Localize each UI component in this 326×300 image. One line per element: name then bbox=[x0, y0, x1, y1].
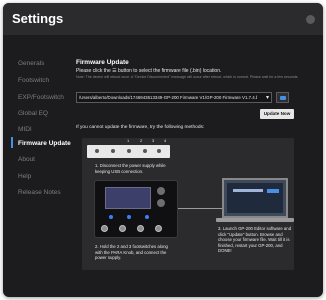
laptop-screen bbox=[227, 183, 283, 213]
device-number-3: 3 bbox=[152, 138, 155, 143]
recovery-instructions-panel: 1 2 3 4 1. Disconnect the power supply w… bbox=[82, 138, 294, 270]
folder-icon bbox=[280, 96, 286, 100]
jack-icon bbox=[127, 149, 131, 153]
laptop-illustration bbox=[222, 178, 288, 218]
update-button-shape bbox=[267, 189, 279, 193]
step-1-text: 1. Disconnect the power supply while kee… bbox=[95, 163, 166, 174]
led-icon bbox=[109, 215, 113, 219]
device-number-1: 1 bbox=[127, 138, 130, 143]
chevron-down-icon[interactable]: ▾ bbox=[266, 94, 269, 101]
jack-icon bbox=[143, 149, 147, 153]
sidebar-item-midi[interactable]: MIDI bbox=[18, 126, 32, 133]
section-heading: Firmware Update bbox=[76, 59, 129, 66]
knob-icon bbox=[157, 187, 165, 195]
sidebar-item-generals[interactable]: Generals bbox=[18, 60, 44, 67]
sidebar-item-firmware-update[interactable]: Firmware Update bbox=[18, 140, 71, 147]
jack-icon bbox=[157, 149, 161, 153]
note-text: Note: The device will reboot once. A "De… bbox=[76, 75, 299, 79]
sidebar-item-help[interactable]: Help bbox=[18, 173, 31, 180]
settings-window: Settings Generals Footswitch EXP/Footswi… bbox=[3, 3, 323, 297]
sidebar-item-about[interactable]: About bbox=[18, 156, 35, 163]
device-number-4: 4 bbox=[164, 138, 167, 143]
step-2-text: 2. Hold the 2 and 3 footswitches along w… bbox=[95, 244, 168, 261]
methods-text: If you cannot update the firmware, try t… bbox=[76, 125, 205, 130]
footswitch-icon bbox=[101, 225, 108, 232]
usb-cable bbox=[178, 208, 222, 209]
titlebar: Settings bbox=[3, 3, 323, 35]
browse-folder-button[interactable] bbox=[276, 92, 289, 103]
editor-logo-shape bbox=[233, 189, 263, 192]
knob-icon bbox=[157, 199, 165, 207]
sidebar-item-exp-footswitch[interactable]: EXP/Footswitch bbox=[18, 94, 64, 101]
sidebar-item-global-eq[interactable]: Global EQ bbox=[18, 110, 48, 117]
sidebar-item-release-notes[interactable]: Release Notes bbox=[18, 189, 61, 196]
device-rear-illustration bbox=[87, 145, 170, 158]
laptop-base bbox=[216, 218, 294, 222]
footswitch-icon bbox=[137, 225, 144, 232]
device-number-2: 2 bbox=[140, 138, 143, 143]
jack-icon bbox=[111, 149, 115, 153]
window-title: Settings bbox=[12, 11, 64, 26]
footswitch-icon bbox=[155, 225, 162, 232]
close-icon[interactable] bbox=[306, 15, 315, 24]
led-icon bbox=[145, 215, 149, 219]
jack-icon bbox=[95, 149, 99, 153]
firmware-panel: Firmware Update Please click the ☰ butto… bbox=[72, 35, 321, 297]
step-3-text: 3. Launch GP-200 Editor software and cli… bbox=[218, 226, 292, 254]
pedal-screen bbox=[105, 187, 151, 209]
pedal-illustration bbox=[94, 180, 178, 238]
active-indicator bbox=[11, 137, 13, 148]
sidebar-item-footswitch[interactable]: Footswitch bbox=[18, 77, 49, 84]
footswitch-icon bbox=[119, 225, 126, 232]
firmware-path-field[interactable]: /Users/alberto/Downloads/1746943613349-G… bbox=[76, 92, 272, 103]
sidebar: Generals Footswitch EXP/Footswitch Globa… bbox=[3, 35, 71, 297]
led-icon bbox=[127, 215, 131, 219]
firmware-path-value: /Users/alberto/Downloads/1746943613349-G… bbox=[79, 95, 257, 100]
instruction-text: Please click the ☰ button to select the … bbox=[76, 68, 222, 74]
update-now-button[interactable]: Update Now bbox=[260, 109, 294, 119]
